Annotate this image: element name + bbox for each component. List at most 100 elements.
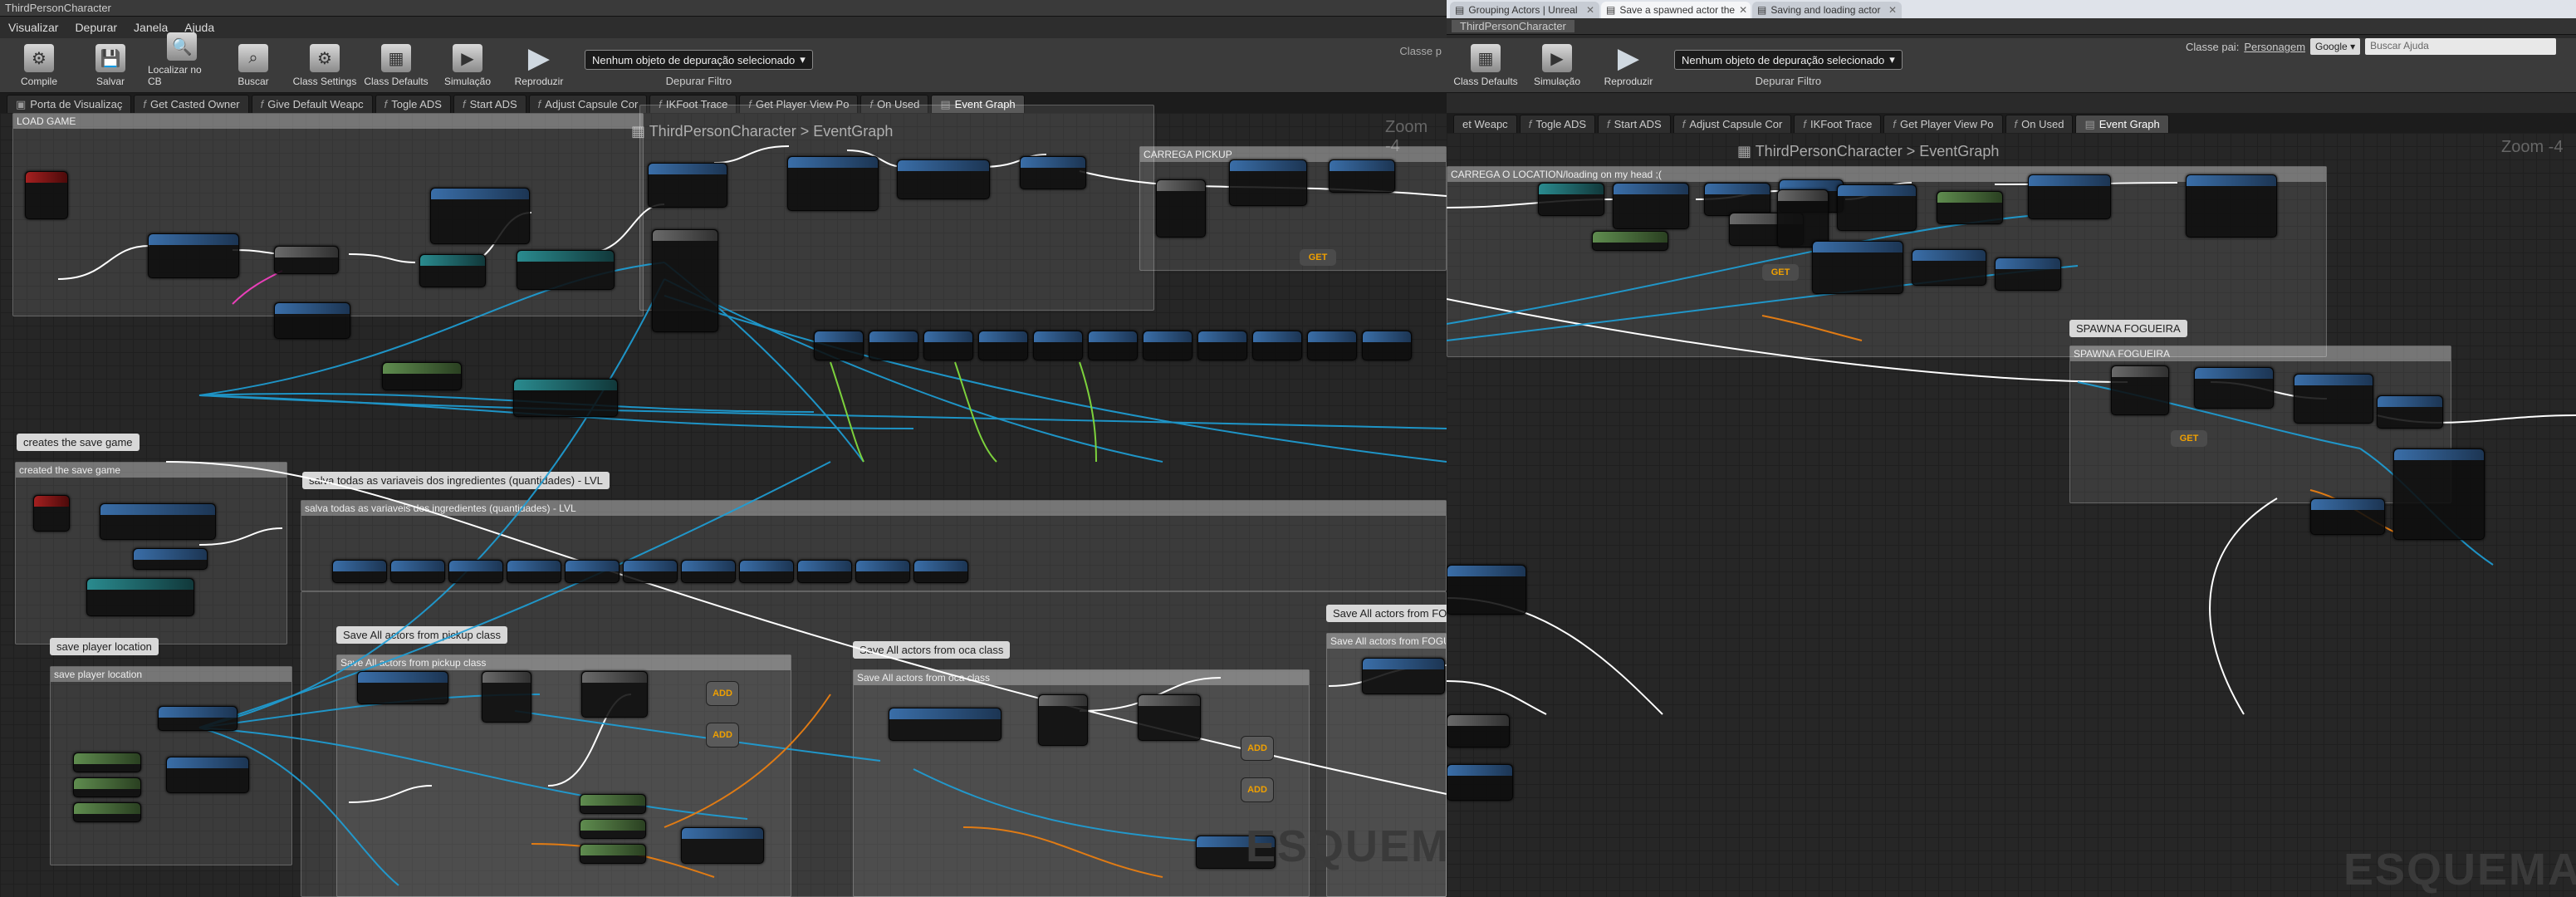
- compile-button[interactable]: ⚙ Compile: [5, 44, 73, 87]
- window-tab[interactable]: ThirdPersonCharacter: [1452, 20, 1574, 32]
- spawn-actor-node[interactable]: [2186, 174, 2277, 238]
- tab-togle-ads[interactable]: f Togle ADS: [1519, 115, 1596, 133]
- class-settings-button[interactable]: ⚙ Class Settings: [291, 44, 359, 87]
- tab-get-player-view[interactable]: f Get Player View Po: [1883, 115, 2003, 133]
- set-var-node[interactable]: [814, 331, 864, 360]
- get-controller-node[interactable]: [1592, 231, 1668, 251]
- class-defaults-button[interactable]: ▦ Class Defaults: [362, 44, 430, 87]
- set-var-node[interactable]: [332, 560, 387, 583]
- tab-viewport[interactable]: ▣ Porta de Visualizaç: [7, 95, 132, 113]
- event-node[interactable]: [25, 171, 68, 219]
- get-node[interactable]: GET: [1300, 249, 1336, 266]
- set-var-node[interactable]: [739, 560, 794, 583]
- tab-ikfoot-trace[interactable]: f IKFoot Trace: [1794, 115, 1882, 133]
- get-loaded-node[interactable]: [1937, 191, 2003, 224]
- foreach-node[interactable]: [1156, 179, 1206, 238]
- set-actor-location-node[interactable]: [897, 159, 990, 199]
- add-node[interactable]: ADD: [1241, 736, 1274, 761]
- tab-give-default-weapon[interactable]: f Give Default Weapc: [251, 95, 373, 113]
- event-graph-canvas[interactable]: ▦ ThirdPersonCharacter > EventGraph Zoom…: [0, 105, 1447, 897]
- close-icon[interactable]: ✕: [1888, 4, 1897, 16]
- simulate-button[interactable]: ▶ Simulação: [433, 44, 502, 87]
- get-node[interactable]: GET: [2171, 430, 2207, 447]
- sequence-node[interactable]: [652, 229, 718, 332]
- set-var-node[interactable]: [390, 560, 445, 583]
- find-in-cb-button[interactable]: 🔍 Localizar no CB: [148, 32, 216, 87]
- spawn-pickup-node[interactable]: [1329, 159, 1395, 193]
- projecta-controller-node[interactable]: [513, 379, 618, 417]
- menu-depurar[interactable]: Depurar: [66, 21, 125, 34]
- branch-node[interactable]: [1447, 714, 1510, 748]
- sequence-node[interactable]: [581, 671, 648, 718]
- set-var-node[interactable]: [855, 560, 910, 583]
- close-icon[interactable]: ✕: [1586, 4, 1594, 16]
- get-controller-node[interactable]: [382, 362, 462, 390]
- transform-node[interactable]: [158, 706, 238, 731]
- set-var-node[interactable]: [565, 560, 620, 583]
- spawn-actor-node[interactable]: [787, 156, 879, 211]
- set-var-node[interactable]: [1307, 331, 1357, 360]
- parent-class-value[interactable]: Personagem: [2244, 41, 2305, 53]
- make-transform-node[interactable]: [648, 163, 727, 208]
- get-rotation-node[interactable]: [580, 819, 646, 839]
- foreach-node[interactable]: [482, 671, 531, 723]
- tab-adjust-capsule[interactable]: f Adjust Capsule Cor: [528, 95, 648, 113]
- cast-node[interactable]: [419, 254, 486, 287]
- set-var-node[interactable]: [1252, 331, 1302, 360]
- set-actor-location-node[interactable]: [1912, 249, 1986, 286]
- foreach-node[interactable]: [1038, 694, 1088, 746]
- spawn-fogueira-node[interactable]: [2294, 374, 2373, 424]
- foreach-node[interactable]: [2111, 365, 2169, 415]
- set-var-node[interactable]: [913, 560, 968, 583]
- tab-event-graph[interactable]: ▤ Event Graph: [2075, 115, 2169, 133]
- make-transform-node[interactable]: [166, 757, 249, 793]
- does-save-game-exist-node[interactable]: [148, 233, 239, 278]
- print-string-node[interactable]: [1447, 764, 1513, 801]
- close-icon[interactable]: ✕: [1739, 4, 1747, 16]
- foreach-node[interactable]: [1777, 189, 1829, 248]
- set-var-node[interactable]: [448, 560, 503, 583]
- event-graph-canvas[interactable]: ▦ ThirdPersonCharacter > EventGraph Zoom…: [1447, 133, 2576, 897]
- set-var-node[interactable]: [2310, 498, 2385, 535]
- set-var-node[interactable]: [869, 331, 918, 360]
- set-var-node[interactable]: [1033, 331, 1083, 360]
- set-scale-node[interactable]: [1995, 257, 2061, 291]
- load-game-from-slot-node[interactable]: [430, 188, 530, 244]
- browser-tab-save-spawned[interactable]: ▤ Save a spawned actor the ✕: [1601, 2, 1751, 18]
- get-node[interactable]: GET: [1762, 264, 1799, 281]
- set-node[interactable]: [133, 548, 208, 570]
- set-var-node[interactable]: [923, 331, 973, 360]
- add-node[interactable]: ADD: [1241, 777, 1274, 802]
- set-var-node[interactable]: [797, 560, 852, 583]
- set-var-node[interactable]: [623, 560, 678, 583]
- browser-tab-saving-loading[interactable]: ▤ Saving and loading actor ✕: [1752, 2, 1902, 18]
- get-location-node[interactable]: [580, 794, 646, 814]
- break-transform-node[interactable]: [2194, 367, 2274, 409]
- get-location-node[interactable]: [73, 752, 141, 772]
- search-button[interactable]: ⌕ Buscar: [219, 44, 287, 87]
- set-var-node[interactable]: [1197, 331, 1247, 360]
- projecta-node[interactable]: [86, 578, 194, 616]
- projecta-node[interactable]: [1538, 183, 1604, 216]
- event-node[interactable]: [33, 495, 70, 532]
- spawn-actor-node[interactable]: [2393, 448, 2485, 540]
- break-transform-node[interactable]: [1229, 159, 1307, 206]
- tab-adjust-capsule[interactable]: f Adjust Capsule Cor: [1672, 115, 1792, 133]
- get-all-actors-node[interactable]: [357, 671, 448, 704]
- get-all-actors-node[interactable]: [1362, 658, 1445, 694]
- tab-get-casted-owner[interactable]: f Get Casted Owner: [134, 95, 249, 113]
- get-scale-node[interactable]: [73, 802, 141, 822]
- spawn-actor-node[interactable]: [1613, 183, 1689, 229]
- set-var-node[interactable]: [1088, 331, 1138, 360]
- branch-node[interactable]: [274, 246, 339, 274]
- save-button[interactable]: 💾 Salvar: [76, 44, 144, 87]
- print-string-node[interactable]: [1447, 565, 1526, 615]
- spawn-actor-node[interactable]: [1812, 241, 1903, 294]
- play-button[interactable]: ▶ Reproduzir: [1594, 42, 1663, 87]
- tab-togle-ads[interactable]: f Togle ADS: [375, 95, 451, 113]
- set-var-node[interactable]: [681, 560, 736, 583]
- set-var-node[interactable]: [1143, 331, 1193, 360]
- debug-object-dropdown[interactable]: Nenhum objeto de depuração selecionado ▾: [1674, 50, 1903, 70]
- class-defaults-button[interactable]: ▦ Class Defaults: [1452, 44, 1520, 87]
- add-node[interactable]: ADD: [706, 681, 739, 706]
